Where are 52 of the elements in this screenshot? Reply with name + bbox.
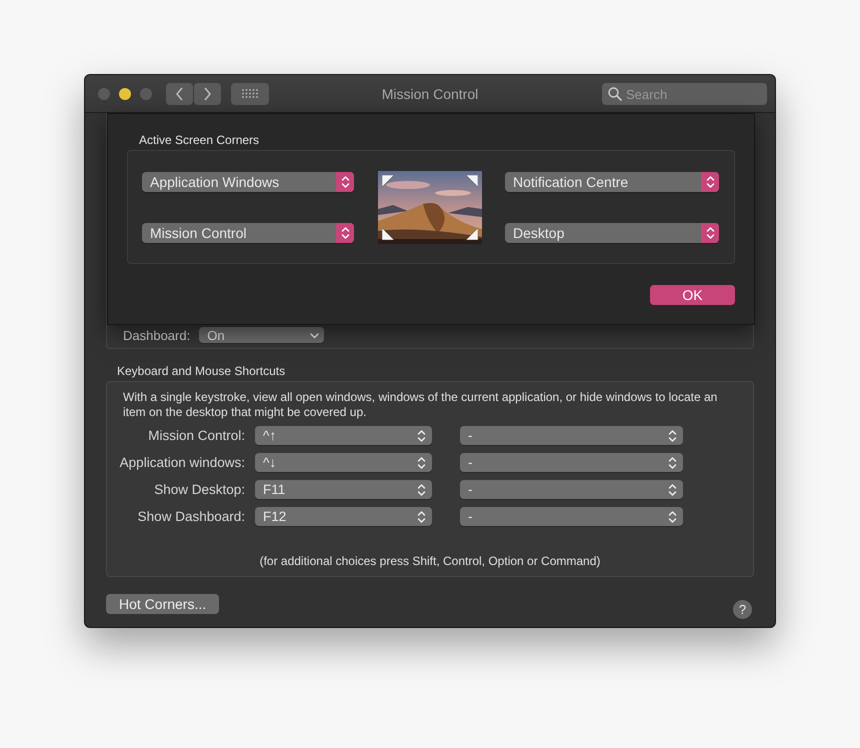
section-title: Active Screen Corners <box>139 133 260 147</box>
keyboard-shortcut-popup[interactable]: ^↑ <box>255 426 432 445</box>
corner-icon <box>466 174 478 186</box>
shortcut-label: Show Dashboard: <box>136 509 245 524</box>
mouse-shortcut-popup[interactable]: - <box>460 507 683 526</box>
hot-corners-button[interactable]: Hot Corners... <box>106 594 220 614</box>
dashboard-popup[interactable]: On <box>199 327 324 343</box>
corner-action-popup[interactable]: Desktop <box>505 222 719 242</box>
chevron-icon <box>416 456 426 470</box>
chevron-icon <box>704 226 716 240</box>
keyboard-shortcut-popup[interactable]: ^↓ <box>255 453 432 472</box>
chevron-icon <box>666 510 678 524</box>
chevron-icon <box>416 482 426 496</box>
chevron-icon <box>666 456 678 470</box>
forward-button[interactable] <box>194 82 221 104</box>
search-icon <box>608 87 622 101</box>
corner-action-popup[interactable]: Notification Centre <box>505 172 719 192</box>
mouse-shortcut-popup[interactable]: - <box>460 480 683 499</box>
corner-action-popup[interactable]: Application Windows <box>142 172 354 192</box>
description-text: With a single keystroke, view all open windows, windows of the current application, or hide windows to locate an item on the desktop that might be covered up. <box>123 390 718 420</box>
mouse-shortcut-popup[interactable]: - <box>460 453 683 472</box>
shortcut-label: Show Desktop: <box>153 482 245 497</box>
chevron-icon <box>704 174 716 188</box>
dashboard-label: Dashboard: <box>123 328 190 342</box>
grid-icon <box>242 89 258 98</box>
section-title: Keyboard and Mouse Shortcuts <box>117 364 286 378</box>
chevron-icon <box>666 428 678 442</box>
help-button[interactable]: ? <box>733 600 752 619</box>
chevron-right-icon <box>204 86 211 100</box>
mouse-shortcut-popup[interactable]: - <box>460 426 683 445</box>
chevron-icon <box>416 428 426 442</box>
hint-text: (for additional choices press Shift, Control, Option or Command) <box>258 554 602 568</box>
keyboard-shortcut-popup[interactable]: F11 <box>255 480 432 499</box>
chevron-icon <box>340 226 350 240</box>
window-title: Mission Control <box>382 86 478 102</box>
chevron-icon <box>666 482 678 496</box>
corner-icon <box>466 228 478 240</box>
chevron-down-icon <box>308 331 320 339</box>
back-button[interactable] <box>166 82 193 104</box>
show-all-button[interactable] <box>231 82 269 104</box>
chevron-icon <box>416 510 426 524</box>
keyboard-shortcut-popup[interactable]: F12 <box>255 507 432 526</box>
search-field[interactable]: Search <box>602 83 767 105</box>
corner-icon <box>382 174 394 186</box>
corner-action-popup[interactable]: Mission Control <box>142 222 354 242</box>
shortcut-label: Mission Control: <box>147 428 245 443</box>
corner-icon <box>382 228 394 240</box>
chevron-left-icon <box>176 86 183 100</box>
shortcut-label: Application windows: <box>118 455 245 470</box>
chevron-icon <box>340 174 350 188</box>
ok-button[interactable]: OK <box>650 285 735 305</box>
window-control-button[interactable] <box>119 88 131 100</box>
